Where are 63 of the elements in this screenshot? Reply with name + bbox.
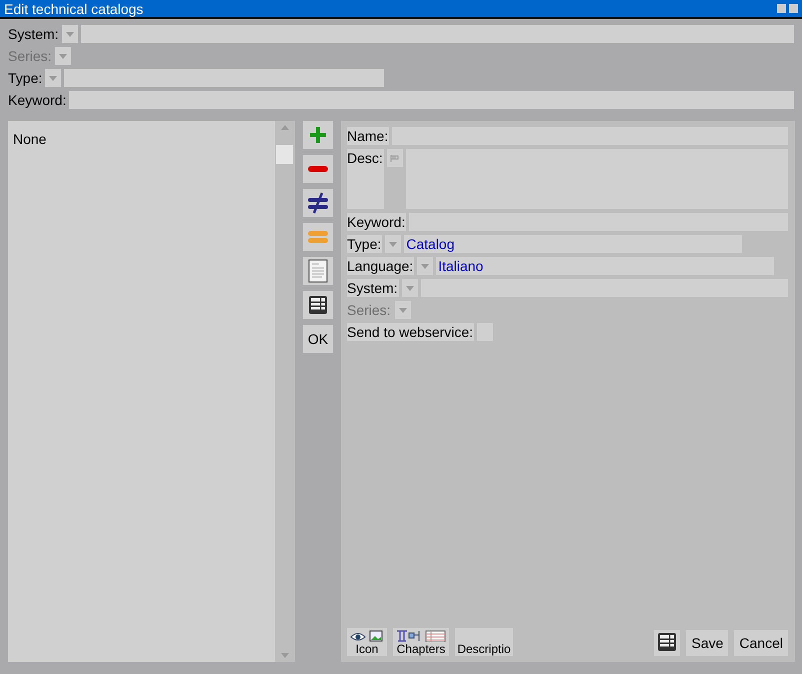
dropdown-button[interactable]: [417, 257, 434, 275]
plus-icon: [308, 125, 328, 145]
caret-icon: [49, 76, 58, 80]
filter-label: System:: [8, 26, 59, 42]
field-label: Type:: [347, 235, 382, 253]
document-button[interactable]: [303, 257, 333, 285]
dropdown-button[interactable]: [62, 25, 78, 43]
filter-field[interactable]: [80, 25, 794, 43]
caret-icon: [58, 54, 67, 58]
filter-label: Series:: [8, 48, 52, 64]
filter-field[interactable]: [64, 69, 384, 87]
tab-button[interactable]: Chapters: [393, 628, 449, 656]
cancel-button[interactable]: Cancel: [734, 630, 788, 656]
field-label: Language:: [347, 257, 414, 275]
table-view-button[interactable]: [654, 630, 680, 656]
field-label: Keyword:: [347, 213, 406, 231]
list-item[interactable]: None: [13, 131, 270, 147]
dropdown-button[interactable]: [54, 47, 71, 65]
table-button[interactable]: [303, 291, 333, 319]
not-equal-icon: [308, 192, 328, 214]
caret-icon: [398, 308, 407, 312]
tab-button[interactable]: Descriptio: [455, 628, 513, 656]
table-icon: [308, 295, 328, 315]
scroll-thumb[interactable]: [276, 145, 293, 164]
eye-image-icon: [350, 630, 384, 642]
caret-icon: [421, 264, 430, 268]
field-label: Desc:: [347, 149, 384, 209]
flag-icon: [390, 154, 400, 162]
equal-icon: [308, 230, 328, 244]
caret-icon: [406, 286, 414, 290]
tab-button[interactable]: Icon: [347, 628, 387, 656]
minus-icon: [308, 165, 328, 173]
save-button[interactable]: Save: [686, 630, 728, 656]
close-button[interactable]: [789, 4, 798, 13]
select-field[interactable]: Catalog: [404, 235, 742, 253]
dropdown-button[interactable]: [385, 235, 402, 253]
filter-field[interactable]: [69, 91, 794, 109]
different-button[interactable]: [303, 189, 333, 217]
scroll-down-icon[interactable]: [280, 653, 290, 658]
filter-label: Keyword:: [8, 92, 66, 108]
equal-button[interactable]: [303, 223, 333, 251]
ok-button[interactable]: OK: [303, 325, 333, 353]
select-field[interactable]: Italiano: [436, 257, 774, 275]
table-icon: [657, 632, 678, 652]
field-label: Send to webservice:: [347, 323, 474, 341]
scroll-up-icon[interactable]: [280, 125, 290, 130]
dropdown-button[interactable]: [394, 301, 411, 319]
chapters-icon: [396, 630, 446, 642]
field-label: Series:: [347, 301, 392, 319]
scrollbar[interactable]: [275, 121, 295, 662]
dropdown-button[interactable]: [402, 279, 418, 297]
filter-label: Type:: [8, 70, 42, 86]
help-button[interactable]: [777, 4, 786, 13]
window-title: Edit technical catalogs: [4, 0, 144, 16]
remove-button[interactable]: [303, 155, 333, 183]
flag-button[interactable]: [386, 149, 403, 167]
caret-icon: [389, 242, 398, 246]
caret-icon: [66, 32, 74, 36]
dropdown-button[interactable]: [45, 69, 62, 87]
document-icon: [308, 259, 328, 283]
add-button[interactable]: [303, 121, 333, 149]
field-label: System:: [347, 279, 399, 297]
field-label: Name:: [347, 127, 390, 145]
